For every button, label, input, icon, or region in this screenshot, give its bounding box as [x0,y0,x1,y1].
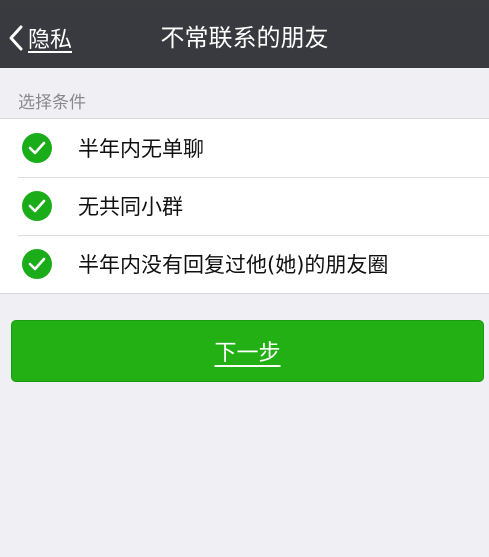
condition-option-no-moments-reply[interactable]: 半年内没有回复过他(她)的朋友圈 [0,235,489,293]
checkmark-circle-icon[interactable] [22,191,52,221]
status-bar [0,0,489,8]
checkmark-circle-icon[interactable] [22,133,52,163]
chevron-left-icon [8,24,24,52]
back-button-label: 隐私 [28,28,73,53]
next-step-button[interactable]: 下一步 [11,320,484,382]
navigation-bar: 隐私 不常联系的朋友 [0,8,489,68]
checkmark-circle-icon[interactable] [22,249,52,279]
condition-list: 半年内无单聊 无共同小群 半年内没有回复过他(她)的朋友圈 [0,118,489,294]
page-title: 不常联系的朋友 [160,24,329,52]
condition-option-label: 无共同小群 [78,195,183,219]
next-step-button-label: 下一步 [214,341,281,366]
condition-option-label: 半年内无单聊 [78,137,204,161]
back-button[interactable]: 隐私 [8,8,72,68]
condition-option-no-common-groups[interactable]: 无共同小群 [0,177,489,235]
condition-option-no-private-chat[interactable]: 半年内无单聊 [0,119,489,177]
condition-option-label: 半年内没有回复过他(她)的朋友圈 [78,253,389,277]
section-header: 选择条件 [18,93,86,113]
